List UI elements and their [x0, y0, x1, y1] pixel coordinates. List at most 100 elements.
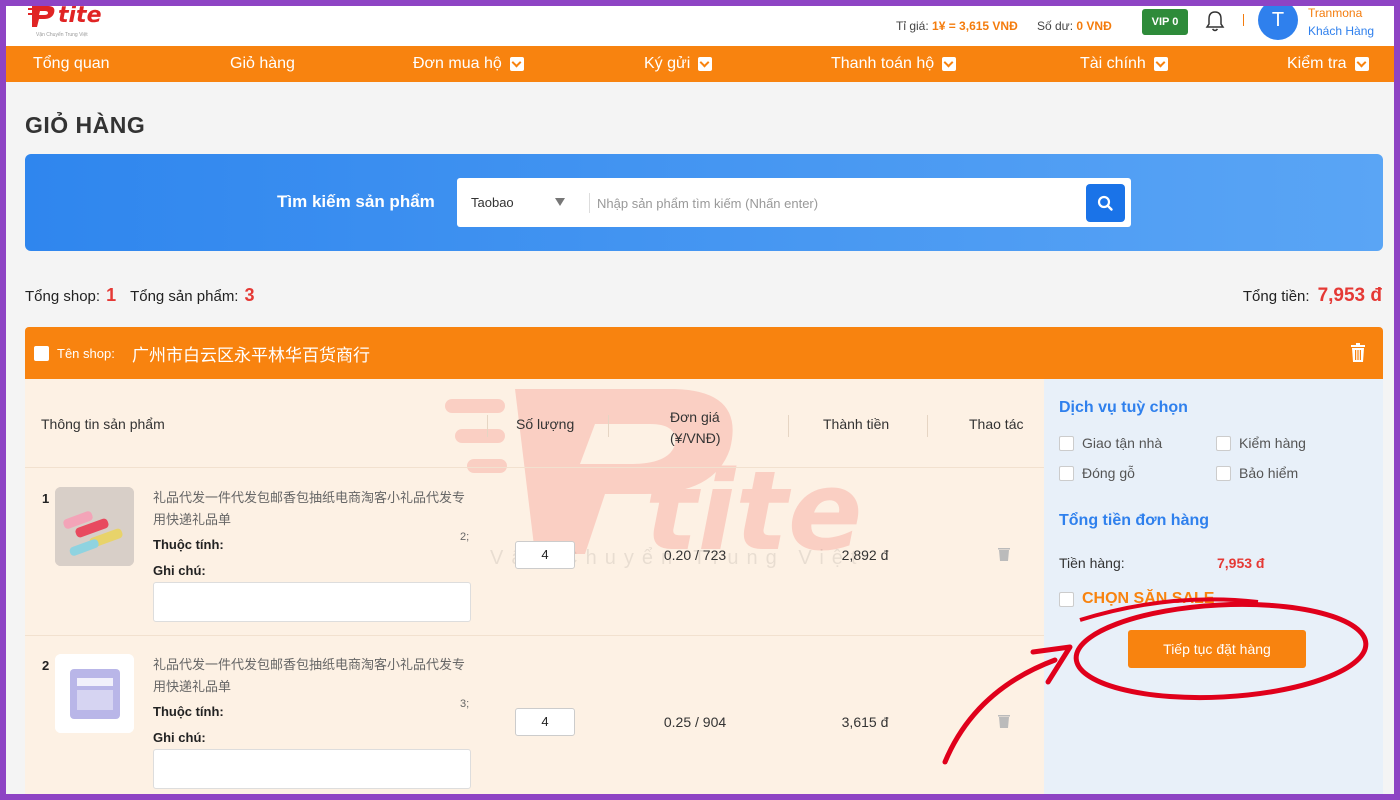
option-wood-packing[interactable]: Đóng gỗ	[1059, 465, 1135, 481]
col-quantity: Số lượng	[516, 416, 575, 432]
nav-item-label: Tài chính	[1080, 55, 1146, 72]
logo-text: tite	[58, 6, 102, 28]
nav-item-label: Ký gửi	[644, 55, 691, 72]
chevron-down-icon	[942, 57, 957, 71]
chevron-down-icon	[1153, 57, 1168, 71]
option-label: Kiểm hàng	[1239, 435, 1306, 451]
nav-item-label: Kiểm tra	[1287, 55, 1347, 72]
top-header: tite Vận Chuyển Trung Việt Tỉ giá: 1¥ = …	[6, 6, 1394, 46]
exchange-rate: Tỉ giá: 1¥ = 3,615 VNĐ	[896, 19, 1018, 33]
quantity-input[interactable]: 4	[515, 541, 575, 569]
note-label: Ghi chú:	[153, 730, 206, 745]
note-field[interactable]	[153, 582, 471, 622]
row-divider	[25, 635, 1044, 636]
col-unit-price: Đơn giá (¥/VNĐ)	[670, 407, 721, 449]
rate-label: Tỉ giá:	[896, 19, 929, 33]
user-name[interactable]: Tranmona	[1308, 6, 1362, 20]
search-button[interactable]	[1086, 184, 1125, 222]
chevron-down-icon	[509, 57, 524, 71]
col-separator	[487, 415, 488, 437]
trash-icon[interactable]	[998, 714, 1010, 728]
search-icon	[1097, 195, 1113, 211]
main-nav: Tổng quan Giỏ hàng Đơn mua hộ Ký gửi Tha…	[6, 46, 1394, 82]
checkbox[interactable]	[1059, 591, 1074, 607]
services-title: Dịch vụ tuỳ chọn	[1059, 399, 1188, 416]
shop-checkbox[interactable]	[34, 346, 49, 361]
total-value: 7,953 đ	[1317, 285, 1382, 306]
nav-item-label: Giỏ hàng	[230, 55, 295, 72]
attribute-value: 3;	[460, 698, 470, 710]
goods-value: 7,953 đ	[1217, 555, 1265, 571]
shops-label: Tổng shop:	[25, 288, 101, 305]
logo-subtitle: Vận Chuyển Trung Việt	[36, 32, 88, 38]
account-balance: Số dư: 0 VNĐ	[1037, 19, 1112, 33]
nav-item-check[interactable]: Kiểm tra	[1287, 46, 1369, 82]
attribute-value: 2;	[460, 531, 470, 543]
option-label: Đóng gỗ	[1082, 465, 1135, 481]
note-label: Ghi chú:	[153, 563, 206, 578]
option-inspection[interactable]: Kiểm hàng	[1216, 435, 1306, 451]
checkbox[interactable]	[1059, 465, 1074, 481]
order-total-title: Tổng tiền đơn hàng	[1059, 512, 1210, 529]
option-home-delivery[interactable]: Giao tận nhà	[1059, 435, 1162, 451]
product-name[interactable]: 礼品代发一件代发包邮香包抽纸电商淘客小礼品代发专用快递礼品单	[153, 655, 465, 699]
unit-price: 0.25 / 904	[663, 714, 727, 730]
nav-item-overview[interactable]: Tổng quan	[33, 46, 110, 82]
items-panel: tite Vận Chuyển Trung Việt Thông tin sản…	[25, 379, 1044, 794]
trash-icon[interactable]	[998, 547, 1010, 561]
col-actions: Thao tác	[969, 416, 1024, 432]
attribute-label: Thuộc tính:	[153, 537, 224, 552]
col-separator	[927, 415, 928, 437]
col-unit-price-line1: Đơn giá	[670, 409, 720, 425]
vip-badge[interactable]: VIP 0	[1142, 9, 1188, 35]
search-box: Taobao	[457, 178, 1131, 227]
nav-item-label: Đơn mua hộ	[413, 55, 502, 72]
logo[interactable]: tite Vận Chuyển Trung Việt	[28, 6, 102, 38]
cart-total: Tổng tiền: 7,953 đ	[1243, 285, 1382, 307]
product-image-art	[55, 487, 134, 566]
search-label: Tìm kiếm sản phẩm	[277, 192, 435, 211]
col-product-info: Thông tin sản phẩm	[41, 416, 165, 432]
source-select[interactable]: Taobao	[471, 195, 514, 210]
balance-label: Số dư:	[1037, 19, 1074, 33]
logo-p-mark	[28, 6, 55, 27]
goods-label: Tiền hàng:	[1059, 555, 1125, 571]
col-amount: Thành tiền	[823, 416, 890, 432]
quantity-input[interactable]: 4	[515, 708, 575, 736]
balance-value: 0 VNĐ	[1076, 19, 1112, 33]
user-role: Khách Hàng	[1308, 24, 1375, 38]
nav-item-consignment[interactable]: Ký gửi	[644, 46, 713, 82]
checkbox[interactable]	[1059, 435, 1074, 451]
product-image[interactable]	[55, 487, 134, 566]
bell-icon[interactable]	[1204, 9, 1226, 33]
trash-icon[interactable]	[1350, 343, 1366, 362]
products-count: 3	[244, 285, 255, 305]
option-label: Bảo hiểm	[1239, 465, 1299, 481]
watermark-logo: tite	[445, 389, 862, 569]
nav-item-cart[interactable]: Giỏ hàng	[230, 46, 295, 82]
note-field[interactable]	[153, 749, 471, 789]
nav-item-payment-service[interactable]: Thanh toán hộ	[831, 46, 957, 82]
nav-item-purchase-orders[interactable]: Đơn mua hộ	[413, 46, 524, 82]
product-image[interactable]	[55, 654, 134, 733]
caret-down-icon[interactable]	[555, 198, 565, 206]
shop-name: 广州市白云区永平林华百货商行	[132, 346, 370, 366]
search-divider	[589, 193, 590, 213]
chevron-down-icon	[1354, 57, 1369, 71]
continue-order-button[interactable]: Tiếp tục đặt hàng	[1128, 630, 1306, 668]
attribute-label: Thuộc tính:	[153, 704, 224, 719]
checkbox[interactable]	[1216, 435, 1231, 451]
search-input[interactable]	[597, 190, 1077, 216]
option-insurance[interactable]: Bảo hiểm	[1216, 465, 1298, 481]
avatar[interactable]: T	[1258, 6, 1298, 40]
option-label: Giao tận nhà	[1082, 435, 1163, 451]
chevron-down-icon	[698, 57, 713, 71]
unit-price: 0.20 / 723	[663, 547, 727, 563]
nav-item-finance[interactable]: Tài chính	[1080, 46, 1168, 82]
cart-summary: Tổng shop: 1 Tổng sản phẩm: 3	[25, 285, 263, 306]
col-unit-price-line2: (¥/VNĐ)	[670, 430, 721, 446]
product-name[interactable]: 礼品代发一件代发包邮香包抽纸电商淘客小礼品代发专用快递礼品单	[153, 488, 465, 532]
nav-item-label: Tổng quan	[33, 55, 110, 72]
sale-option[interactable]: CHỌN SĂN SALE	[1059, 590, 1214, 608]
checkbox[interactable]	[1216, 465, 1231, 481]
